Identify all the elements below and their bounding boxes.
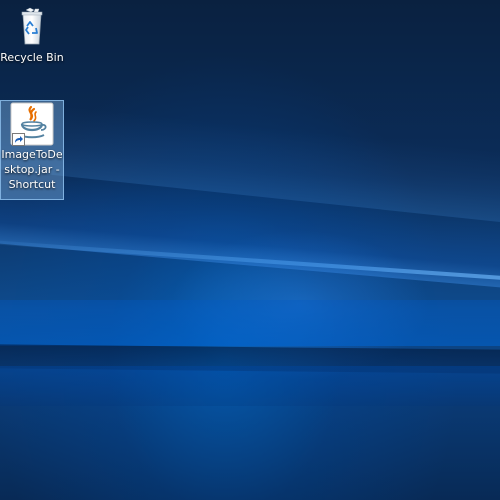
desktop[interactable]: Recycle Bin ImageToDesktop.jar - Shortcu…	[0, 0, 500, 500]
desktop-icon-recycle-bin[interactable]: Recycle Bin	[0, 4, 64, 65]
recycle-bin-icon	[10, 4, 54, 48]
java-icon	[10, 102, 54, 146]
wallpaper-light-streak	[0, 300, 500, 346]
desktop-icon-label: Recycle Bin	[0, 51, 64, 64]
shortcut-arrow-icon	[12, 133, 25, 146]
wallpaper-light-streak	[0, 366, 500, 406]
desktop-icon-imagetodesktop-shortcut[interactable]: ImageToDesktop.jar - Shortcut	[0, 100, 64, 200]
desktop-icon-label: ImageToDesktop.jar - Shortcut	[1, 148, 63, 191]
